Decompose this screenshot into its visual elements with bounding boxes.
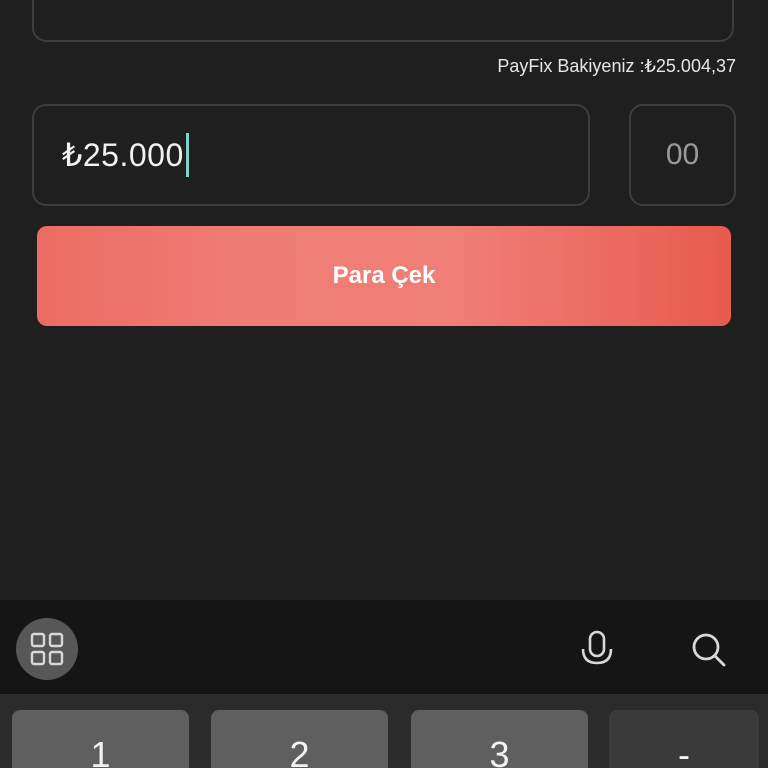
text-caret bbox=[185, 133, 189, 177]
key-minus[interactable]: - bbox=[609, 710, 759, 768]
key-3[interactable]: 3 bbox=[411, 710, 588, 768]
withdraw-button[interactable]: Para Çek bbox=[37, 226, 731, 326]
keyboard-toolbar bbox=[0, 600, 768, 694]
amount-value: ₺25.000 bbox=[62, 137, 184, 173]
microphone-icon bbox=[581, 630, 613, 665]
app-screen: PayFix Bakiyeniz :₺25.004,37 ₺25.000 00 … bbox=[0, 0, 768, 768]
decimal-value: 00 bbox=[665, 138, 700, 171]
payfix-balance-label: PayFix Bakiyeniz :₺25.004,37 bbox=[497, 56, 736, 76]
microphone-button[interactable] bbox=[574, 626, 620, 672]
apps-grid-button[interactable] bbox=[16, 618, 78, 680]
top-input-field[interactable] bbox=[32, 0, 734, 42]
decimal-input[interactable]: 00 bbox=[629, 104, 736, 206]
search-icon bbox=[692, 633, 726, 667]
keyboard-keys: 1 2 3 - bbox=[0, 694, 768, 768]
search-button[interactable] bbox=[685, 626, 731, 672]
amount-input[interactable]: ₺25.000 bbox=[32, 104, 590, 206]
apps-grid-icon bbox=[30, 632, 64, 666]
key-1[interactable]: 1 bbox=[12, 710, 189, 768]
key-2[interactable]: 2 bbox=[211, 710, 388, 768]
